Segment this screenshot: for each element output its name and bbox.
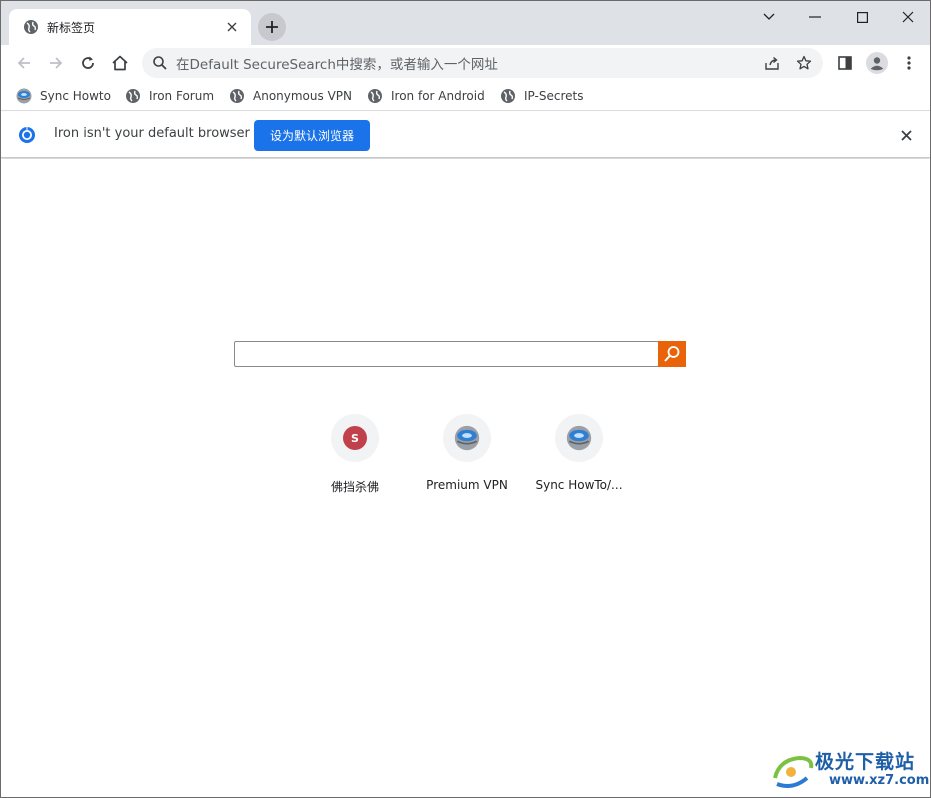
tab-new-tab[interactable]: 新标签页 (9, 9, 251, 45)
watermark-logo: 极光下载站 www.xz7.com (769, 747, 929, 795)
maximize-button[interactable] (839, 1, 885, 33)
tab-strip: 新标签页 (1, 1, 930, 45)
more-vertical-icon (907, 56, 911, 70)
globe-icon (125, 88, 141, 104)
browser-logo-icon (18, 126, 36, 144)
profile-button[interactable] (862, 48, 892, 78)
close-window-button[interactable] (885, 1, 930, 33)
tab-search-button[interactable] (746, 1, 792, 33)
home-icon (112, 55, 128, 71)
shortcut-icon-circle: S (331, 414, 379, 462)
close-icon[interactable] (897, 126, 915, 144)
watermark-url: www.xz7.com (829, 773, 930, 788)
set-default-browser-button[interactable]: 设为默认浏览器 (254, 120, 370, 151)
bookmark-iron-for-android[interactable]: Iron for Android (367, 85, 485, 107)
globe-icon (23, 19, 39, 35)
iron-logo-icon (454, 425, 480, 451)
shortcut-icon-circle (443, 414, 491, 462)
bookmark-sync-howto[interactable]: Sync Howto (16, 85, 111, 107)
arrow-right-icon (50, 57, 63, 69)
infobar-message: Iron isn't your default browser (54, 126, 250, 141)
shortcut-tile[interactable]: S 佛挡杀佛 (299, 414, 411, 504)
side-panel-button[interactable] (830, 48, 860, 78)
new-tab-button[interactable] (258, 13, 286, 41)
home-button[interactable] (105, 48, 135, 78)
bookmark-label: Sync Howto (40, 89, 111, 103)
search-input[interactable] (234, 341, 659, 367)
side-panel-icon (838, 56, 852, 70)
plus-icon (266, 21, 278, 33)
arrow-left-icon (17, 57, 30, 69)
globe-icon (229, 88, 245, 104)
bookmark-label: Iron for Android (391, 89, 485, 103)
bookmark-label: IP-Secrets (524, 89, 584, 103)
shortcut-label: Premium VPN (426, 478, 508, 492)
shortcut-label: 佛挡杀佛 (330, 480, 379, 494)
search-icon (664, 346, 680, 362)
shortcut-label: Sync HowTo/... (535, 478, 623, 492)
address-bar-placeholder: 在Default SecureSearch中搜索，或者输入一个网址 (176, 57, 498, 73)
toolbar: 在Default SecureSearch中搜索，或者输入一个网址 (1, 45, 930, 81)
bookmark-label: Anonymous VPN (253, 89, 352, 103)
watermark-swirl-icon (773, 755, 814, 788)
bookmark-iron-forum[interactable]: Iron Forum (125, 85, 214, 107)
default-browser-infobar: Iron isn't your default browser 设为默认浏览器 (1, 112, 930, 158)
minimize-icon (809, 16, 821, 18)
letter-icon: S (343, 426, 367, 450)
globe-icon (367, 88, 383, 104)
chevron-down-icon (763, 13, 775, 20)
iron-logo-icon (566, 425, 592, 451)
maximize-icon (856, 11, 868, 23)
reload-button[interactable] (73, 48, 103, 78)
reload-icon (82, 56, 94, 69)
watermark-brand: 极光下载站 (815, 751, 916, 773)
back-button[interactable] (9, 48, 39, 78)
bookmark-star-icon[interactable] (791, 50, 817, 76)
close-icon (902, 11, 914, 23)
menu-button[interactable] (894, 48, 924, 78)
shortcut-tile[interactable]: Premium VPN (411, 414, 523, 504)
new-tab-page: S 佛挡杀佛 Premium VPN Sync HowTo/... 极光下载站 (1, 159, 930, 797)
browser-window: 新标签页 在Default SecureSearch中搜索，或者输入一个网址 S… (0, 0, 931, 798)
tab-title: 新标签页 (47, 20, 96, 35)
globe-icon (500, 88, 516, 104)
minimize-button[interactable] (792, 1, 838, 33)
bookmark-label: Iron Forum (149, 89, 215, 103)
avatar-icon (866, 52, 888, 74)
bookmark-anonymous-vpn[interactable]: Anonymous VPN (229, 85, 352, 107)
forward-button[interactable] (41, 48, 71, 78)
search-button[interactable] (658, 341, 686, 367)
shortcut-icon-circle (555, 414, 603, 462)
iron-logo-icon (16, 88, 32, 104)
close-tab-icon[interactable] (223, 18, 241, 36)
bookmark-ip-secrets[interactable]: IP-Secrets (500, 85, 583, 107)
share-icon[interactable] (759, 50, 785, 76)
shortcut-tile[interactable]: Sync HowTo/... (523, 414, 635, 504)
address-bar[interactable]: 在Default SecureSearch中搜索，或者输入一个网址 (142, 48, 823, 78)
bookmarks-bar: Sync Howto Iron Forum Anonymous VPN Iron… (1, 81, 930, 111)
search-icon (152, 55, 168, 71)
